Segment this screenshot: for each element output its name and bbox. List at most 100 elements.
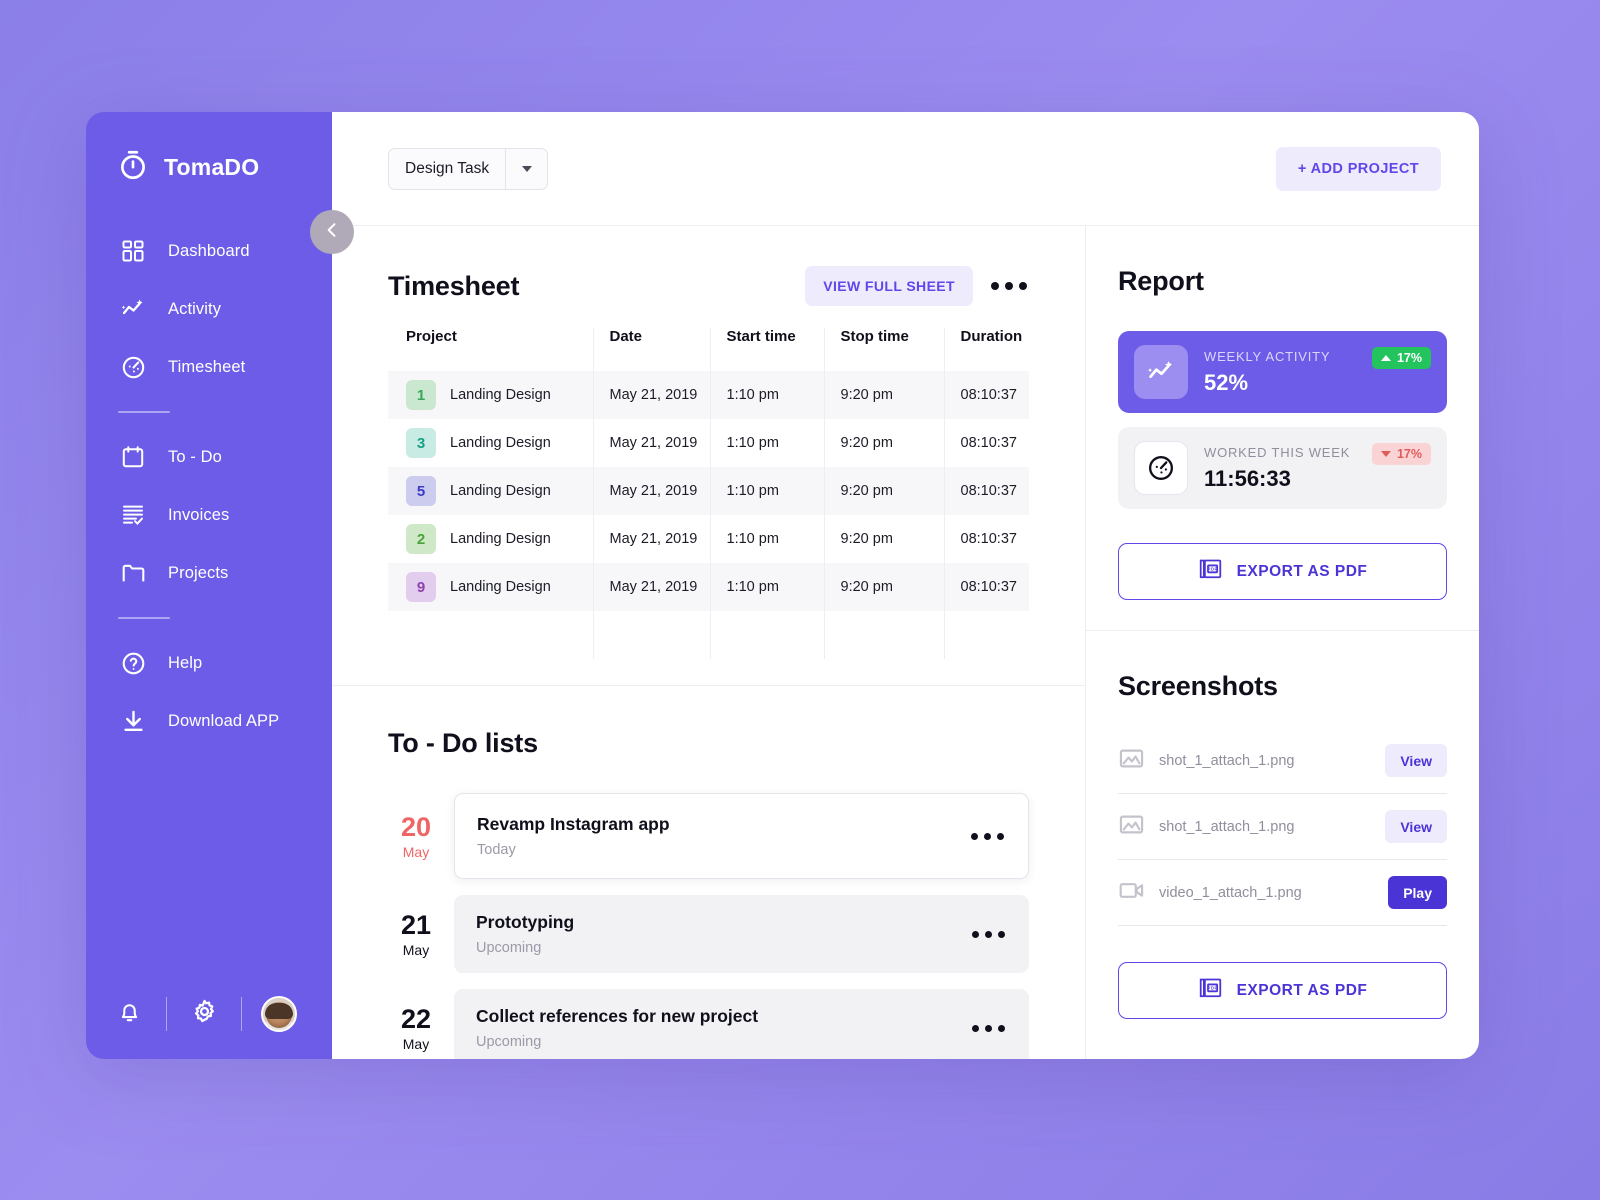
view-button[interactable]: View [1385,744,1447,777]
export-as-pdf-button-screenshots[interactable]: PDF EXPORT AS PDF [1118,962,1447,1019]
todo-date: 22 May [388,989,454,1059]
more-horizontal-icon[interactable] [969,827,1006,846]
todo-panel: To - Do lists 20 May Revamp Instagram ap… [332,686,1085,1059]
sidebar-item-dashboard[interactable]: Dashboard [86,222,332,280]
main-area: Design Task + ADD PROJECT Timesheet VIEW… [332,112,1479,1059]
todo-status: Upcoming [476,940,542,956]
view-full-sheet-button[interactable]: VIEW FULL SHEET [805,266,973,306]
row-badge: 3 [406,428,436,458]
cell-start-time: 1:10 pm [710,371,825,419]
table-row[interactable]: 1 Landing Design May 21, 2019 1:10 pm 9:… [388,371,1029,419]
table-row[interactable]: 2 Landing Design May 21, 2019 1:10 pm 9:… [388,515,1029,563]
brand: TomaDO [86,112,332,194]
list-item[interactable]: 20 May Revamp Instagram app Today [388,793,1029,879]
view-button[interactable]: View [1385,810,1447,843]
cell-start-time: 1:10 pm [710,515,825,563]
todo-month: May [402,941,430,958]
cell-start-time: 1:10 pm [710,563,825,611]
column-header-stop-time: Stop time [824,328,945,371]
cell-date: May 21, 2019 [593,419,711,467]
chevron-left-icon [322,220,342,245]
todo-date: 21 May [388,895,454,973]
sidebar-item-timesheet[interactable]: Timesheet [86,338,332,396]
list-item[interactable]: shot_1_attach_1.png View [1118,728,1447,794]
sidebar: TomaDO Dashboard Activity Timesheet To -… [86,112,354,1059]
svg-text:PDF: PDF [1207,566,1217,571]
avatar[interactable] [242,996,316,1032]
report-title: Report [1118,266,1204,296]
folder-icon [118,558,148,588]
column-header-duration: Duration [960,328,1023,345]
list-item[interactable]: 21 May Prototyping Upcoming [388,895,1029,973]
cell-date: May 21, 2019 [593,467,711,515]
status-badge: 17% [1371,443,1431,465]
report-card-worked-this-week: WORKED THIS WEEK 11:56:33 17% [1118,427,1447,509]
list-item[interactable]: video_1_attach_1.png Play [1118,860,1447,926]
todo-card[interactable]: Collect references for new project Upcom… [454,989,1029,1059]
report-card-label: WEEKLY ACTIVITY [1204,348,1331,364]
sidebar-item-label: Timesheet [168,357,246,376]
report-card-label: WORKED THIS WEEK [1204,444,1351,460]
cell-project: Landing Design [450,387,551,403]
todo-date: 20 May [388,793,454,879]
todo-month: May [402,1035,430,1052]
cell-duration: 08:10:37 [960,435,1017,451]
todo-card[interactable]: Prototyping Upcoming [454,895,1029,973]
cell-duration: 08:10:37 [944,467,1029,515]
todo-day: 21 [400,910,432,941]
row-badge: 9 [406,572,436,602]
sidebar-item-projects[interactable]: Projects [86,544,332,602]
notifications-button[interactable] [92,999,166,1029]
list-item[interactable]: 22 May Collect references for new projec… [388,989,1029,1059]
settings-button[interactable] [167,998,241,1030]
more-horizontal-icon[interactable] [970,1019,1007,1038]
sidebar-item-label: Download APP [168,711,280,730]
sidebar-item-label: Invoices [168,505,230,524]
sidebar-collapse-button[interactable] [310,210,354,254]
table-row[interactable]: 3 Landing Design May 21, 2019 1:10 pm 9:… [388,419,1029,467]
sidebar-item-activity[interactable]: Activity [86,280,332,338]
sidebar-item-help[interactable]: Help [86,634,332,692]
sidebar-item-invoices[interactable]: Invoices [86,486,332,544]
app-window: TomaDO Dashboard Activity Timesheet To -… [86,112,1479,1059]
row-badge: 1 [406,380,436,410]
table-empty-row [388,611,1029,659]
sidebar-footer [86,969,332,1059]
column-header-date: Date [593,328,711,371]
chevron-down-icon[interactable] [505,148,547,189]
table-row[interactable]: 9 Landing Design May 21, 2019 1:10 pm 9:… [388,563,1029,611]
sidebar-item-todo[interactable]: To - Do [86,428,332,486]
todo-card[interactable]: Revamp Instagram app Today [454,793,1029,879]
sidebar-item-download-app[interactable]: Download APP [86,692,332,750]
todo-title: To - Do lists [388,728,538,758]
timer-icon [118,352,148,382]
project-select[interactable]: Design Task [388,147,549,190]
file-name: shot_1_attach_1.png [1159,818,1295,835]
image-icon [1118,745,1145,777]
export-as-pdf-button-report[interactable]: PDF EXPORT AS PDF [1118,543,1447,600]
video-icon [1118,877,1145,909]
play-button[interactable]: Play [1388,876,1447,909]
more-horizontal-icon[interactable] [989,276,1029,296]
add-project-button[interactable]: + ADD PROJECT [1275,146,1441,191]
row-badge: 5 [406,476,436,506]
pdf-icon: PDF [1198,976,1223,1006]
bell-icon [117,999,142,1029]
left-column: Timesheet VIEW FULL SHEET Project Date S… [332,226,1086,1059]
todo-day: 20 [400,812,432,843]
table-row[interactable]: 5 Landing Design May 21, 2019 1:10 pm 9:… [388,467,1029,515]
status-badge-text: 17% [1396,447,1422,461]
more-horizontal-icon[interactable] [970,925,1007,944]
report-card-weekly-activity: WEEKLY ACTIVITY 52% 17% [1118,331,1447,413]
list-item[interactable]: shot_1_attach_1.png View [1118,794,1447,860]
calendar-icon [118,442,148,472]
sidebar-item-label: Projects [168,563,229,582]
content: Timesheet VIEW FULL SHEET Project Date S… [332,226,1479,1059]
status-badge-text: 17% [1396,351,1422,365]
sidebar-divider [118,411,170,413]
image-icon [1118,811,1145,843]
gear-icon [191,998,218,1030]
cell-stop-time: 9:20 pm [824,515,945,563]
file-name: video_1_attach_1.png [1159,884,1302,901]
timesheet-panel: Timesheet VIEW FULL SHEET Project Date S… [332,226,1085,686]
